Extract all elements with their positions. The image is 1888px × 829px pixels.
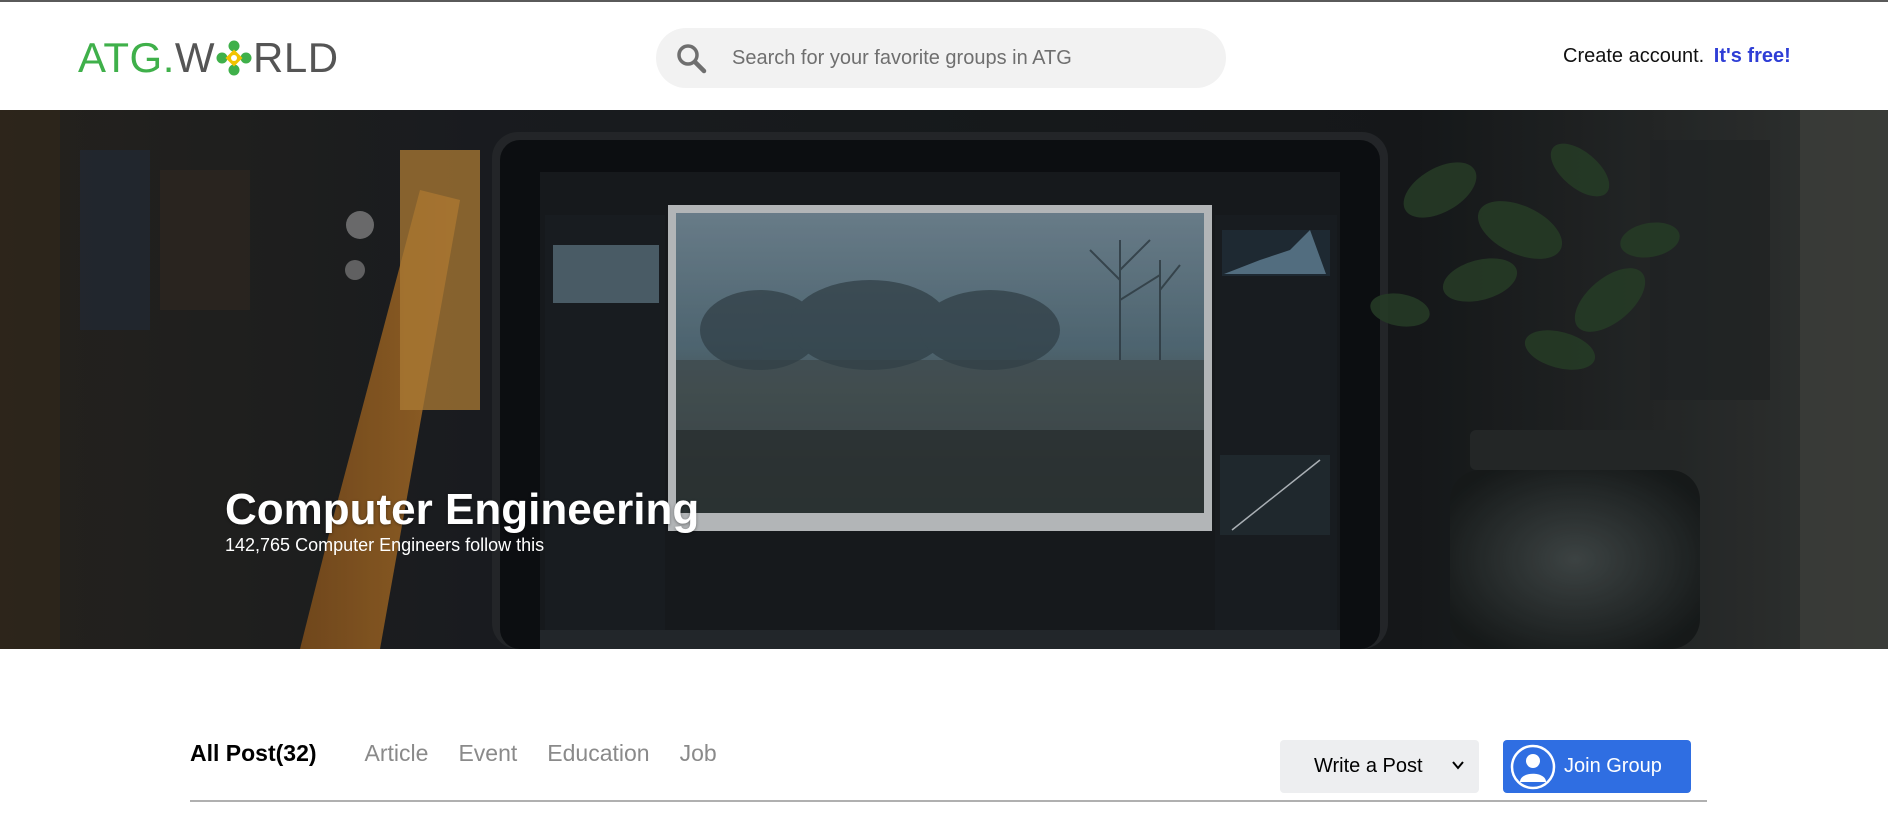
- create-account-link[interactable]: Create account. It's free!: [1563, 45, 1791, 68]
- group-title: Computer Engineering: [225, 485, 700, 534]
- search-icon: [677, 44, 707, 74]
- group-follower-count: 142,765 Computer Engineers follow this: [225, 535, 545, 555]
- atg-world-logo[interactable]: ATG. W RLD: [78, 34, 339, 81]
- tab-all-posts[interactable]: All Post(32): [190, 740, 317, 767]
- group-cover-banner: Computer Engineering 142,765 Computer En…: [0, 110, 1888, 649]
- its-free-link[interactable]: It's free!: [1714, 45, 1791, 67]
- tabs-divider: [190, 800, 1707, 802]
- create-account-text: Create account.: [1563, 45, 1705, 67]
- join-group-button[interactable]: Join Group: [1503, 740, 1691, 793]
- tab-event[interactable]: Event: [458, 740, 517, 767]
- user-avatar-icon: [1510, 744, 1556, 789]
- logo-text-w: W: [174, 34, 216, 81]
- chevron-down-icon: [1452, 761, 1464, 770]
- join-group-label: Join Group: [1564, 755, 1662, 777]
- tab-article[interactable]: Article: [365, 740, 429, 767]
- write-post-label: Write a Post: [1314, 755, 1423, 777]
- tab-education[interactable]: Education: [547, 740, 649, 767]
- cover-image: [0, 110, 1888, 649]
- search-bar[interactable]: [656, 28, 1226, 88]
- search-input[interactable]: [730, 45, 1204, 71]
- write-post-dropdown[interactable]: Write a Post: [1280, 740, 1479, 793]
- logo-text-rld: RLD: [253, 34, 339, 81]
- post-category-tabs: All Post(32) Article Event Education Job: [190, 740, 747, 767]
- logo-text-atg: ATG.: [78, 34, 175, 81]
- logo-mark-icon: [216, 40, 253, 76]
- top-bar: ATG. W RLD Create account. It's free!: [0, 0, 1888, 110]
- tab-job[interactable]: Job: [680, 740, 717, 767]
